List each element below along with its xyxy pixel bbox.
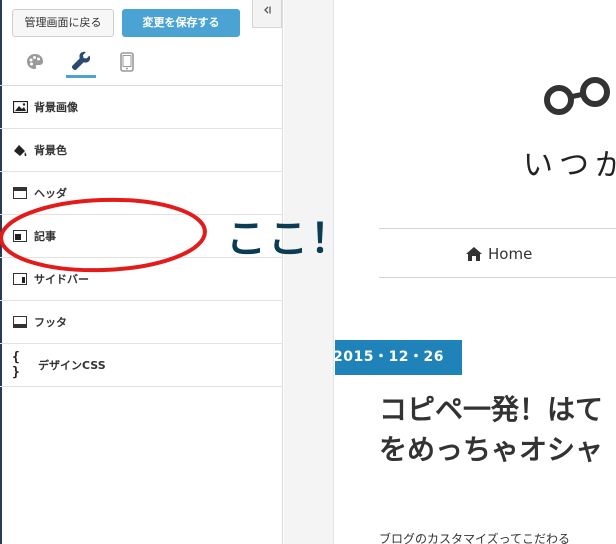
menu-item-background-image[interactable]: 背景画像 — [0, 86, 283, 129]
highlight-circle — [0, 197, 207, 273]
site-title: いつか — [523, 148, 616, 183]
palette-icon — [27, 54, 43, 69]
braces-icon: { } — [12, 350, 20, 380]
back-to-admin-button[interactable]: 管理画面に戻る — [12, 9, 114, 37]
preview-gutter — [284, 0, 334, 544]
menu-item-footer[interactable]: フッタ — [0, 301, 283, 344]
mobile-icon — [120, 52, 134, 72]
nav-home-label: Home — [488, 245, 533, 263]
annotation-text: ここ！ — [226, 216, 352, 262]
site-nav: Home — [379, 228, 616, 278]
layout-footer-icon — [12, 315, 28, 329]
menu-item-label: 背景色 — [34, 144, 67, 157]
image-icon — [12, 100, 28, 114]
post-title[interactable]: コピペ一発！はて をめっちゃオシャ — [379, 390, 616, 470]
home-icon — [466, 247, 482, 261]
collapse-panel-button[interactable] — [252, 0, 282, 28]
post-title-line: コピペ一発！はて — [379, 393, 604, 426]
paint-bucket-icon — [12, 143, 28, 157]
nav-home-link[interactable]: Home — [465, 245, 532, 263]
menu-item-design-css[interactable]: { } デザインCSS — [0, 344, 283, 387]
save-changes-button[interactable]: 変更を保存する — [122, 9, 240, 37]
site-logo — [543, 70, 613, 124]
site-preview: いつか Home 2015・12・26 コピペ一発！はて をめっちゃオシャ ブロ… — [335, 0, 616, 544]
panel-header: 管理画面に戻る 変更を保存する — [0, 0, 283, 86]
tab-customize[interactable] — [66, 46, 96, 78]
post-date-badge: 2015・12・26 — [335, 340, 462, 375]
post-title-line: をめっちゃオシャ — [379, 433, 604, 466]
menu-item-label: 背景画像 — [34, 101, 78, 114]
tab-mobile[interactable] — [112, 50, 142, 74]
menu-item-background-color[interactable]: 背景色 — [0, 129, 283, 172]
menu-item-label: フッタ — [34, 316, 67, 329]
post-excerpt: ブログのカスタマイズってこだわる — [379, 532, 571, 544]
tab-design[interactable] — [20, 50, 50, 74]
wrench-icon — [71, 51, 91, 70]
collapse-left-icon — [264, 6, 271, 14]
menu-item-label: デザインCSS — [38, 359, 106, 372]
